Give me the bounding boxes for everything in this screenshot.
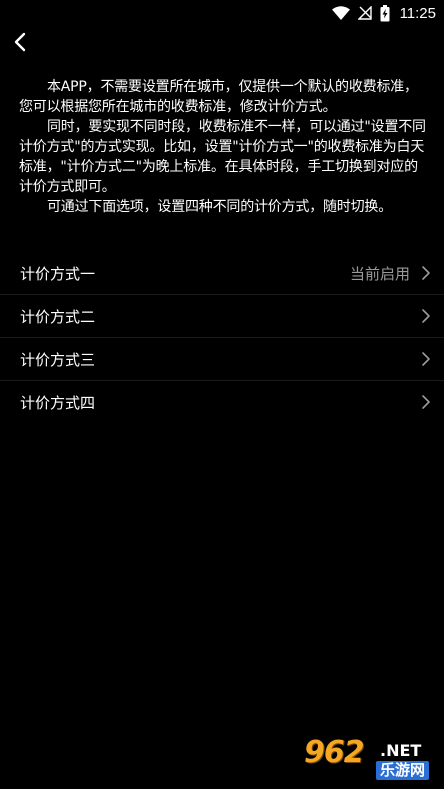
no-signal-icon <box>357 6 372 20</box>
watermark-suffix: .NET <box>380 741 422 760</box>
option-label: 计价方式四 <box>20 393 96 412</box>
pricing-option-2[interactable]: 计价方式二 <box>0 295 444 338</box>
watermark-number: 962 <box>304 735 365 770</box>
option-label: 计价方式三 <box>20 350 96 369</box>
description-paragraph: 可通过下面选项，设置四种不同的计价方式，随时切换。 <box>47 199 392 215</box>
watermark-logo: 962 .NET 乐游网 <box>304 735 440 783</box>
pricing-option-3[interactable]: 计价方式三 <box>0 338 444 381</box>
description-paragraph: 同时，要实现不同时段，收费标准不一样，可以通过"设置不同计价方式"的方式实现。比… <box>19 119 426 195</box>
pricing-option-1[interactable]: 计价方式一 当前启用 <box>0 252 444 295</box>
battery-charging-icon <box>380 4 390 22</box>
chevron-right-icon <box>420 351 432 367</box>
watermark-name: 乐游网 <box>376 761 430 780</box>
wifi-icon <box>331 6 350 20</box>
chevron-right-icon <box>420 394 432 410</box>
status-bar: 11:25 <box>0 0 444 26</box>
option-label: 计价方式二 <box>20 307 96 326</box>
status-icons: 11:25 <box>331 4 436 22</box>
pricing-option-list: 计价方式一 当前启用 计价方式二 计价方式三 计价方式四 <box>0 252 444 423</box>
option-label: 计价方式一 <box>20 264 96 283</box>
status-time: 11:25 <box>399 4 436 22</box>
description: 本APP，不需要设置所在城市，仅提供一个默认的收费标准，您可以根据您所在城市的收… <box>19 77 429 217</box>
chevron-right-icon <box>420 265 432 281</box>
description-paragraph: 本APP，不需要设置所在城市，仅提供一个默认的收费标准，您可以根据您所在城市的收… <box>19 79 418 115</box>
back-button[interactable] <box>4 28 36 60</box>
pricing-option-4[interactable]: 计价方式四 <box>0 381 444 423</box>
chevron-right-icon <box>420 308 432 324</box>
chevron-left-icon <box>13 32 27 56</box>
option-status: 当前启用 <box>349 264 410 283</box>
